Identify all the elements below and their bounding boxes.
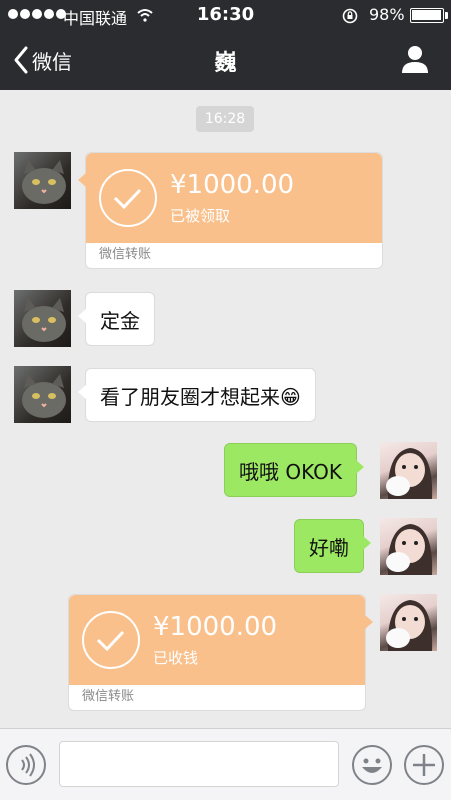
check-circle-icon bbox=[82, 611, 140, 669]
message-text: 定金 bbox=[100, 308, 140, 333]
girl-avatar-image bbox=[386, 524, 433, 575]
my-avatar[interactable] bbox=[380, 594, 437, 651]
status-bar: 中国联通 16:30 98% bbox=[0, 0, 451, 30]
message-text: 看了朋友圈才想起来😁 bbox=[100, 384, 301, 409]
message-bubble[interactable]: 定金 bbox=[78, 292, 155, 346]
transfer-card[interactable]: ¥1000.00 已被领取 微信转账 bbox=[78, 152, 383, 269]
plus-icon bbox=[413, 754, 435, 776]
battery-icon bbox=[410, 8, 444, 23]
girl-avatar-image bbox=[386, 448, 433, 499]
cat-avatar-image bbox=[22, 160, 66, 204]
timestamp: 16:28 bbox=[196, 106, 254, 132]
message-bubble[interactable]: 看了朋友圈才想起来😁 bbox=[78, 368, 316, 422]
transfer-footer: 微信转账 bbox=[82, 689, 135, 704]
emoji-icon bbox=[362, 758, 382, 773]
my-message-bubble[interactable]: 哦哦 OKOK bbox=[224, 443, 364, 497]
message-text: 好嘞 bbox=[309, 535, 349, 560]
nav-bar: 微信 巍 bbox=[0, 30, 451, 90]
battery-percent: 98% bbox=[369, 5, 405, 24]
contact-avatar[interactable] bbox=[14, 152, 71, 209]
transfer-footer: 微信转账 bbox=[99, 247, 152, 262]
message-text: 哦哦 OKOK bbox=[239, 459, 342, 484]
battery-tip bbox=[445, 12, 448, 19]
chat-title: 巍 bbox=[214, 51, 237, 76]
person-icon[interactable] bbox=[400, 44, 430, 74]
my-avatar[interactable] bbox=[380, 518, 437, 575]
emoji-button[interactable] bbox=[352, 745, 392, 785]
contact-avatar[interactable] bbox=[14, 366, 71, 423]
check-circle-icon bbox=[99, 169, 157, 227]
my-message-bubble[interactable]: 好嘞 bbox=[294, 519, 371, 573]
cat-avatar-image bbox=[22, 298, 66, 342]
cat-avatar-image bbox=[22, 374, 66, 418]
more-button[interactable] bbox=[404, 745, 444, 785]
transfer-card[interactable]: ¥1000.00 已收钱 微信转账 bbox=[68, 594, 373, 711]
message-input[interactable] bbox=[59, 741, 339, 787]
girl-avatar-image bbox=[386, 600, 433, 651]
voice-button[interactable] bbox=[6, 745, 46, 785]
my-avatar[interactable] bbox=[380, 442, 437, 499]
transfer-amount: ¥1000.00 bbox=[170, 170, 295, 200]
voice-icon bbox=[21, 753, 35, 777]
rotation-lock-icon bbox=[342, 8, 358, 24]
contact-avatar[interactable] bbox=[14, 290, 71, 347]
header: 中国联通 16:30 98% 微信 巍 bbox=[0, 0, 451, 90]
transfer-status: 已被领取 bbox=[170, 207, 231, 225]
transfer-amount: ¥1000.00 bbox=[153, 612, 278, 642]
input-bar bbox=[0, 728, 451, 800]
transfer-status: 已收钱 bbox=[153, 649, 199, 667]
